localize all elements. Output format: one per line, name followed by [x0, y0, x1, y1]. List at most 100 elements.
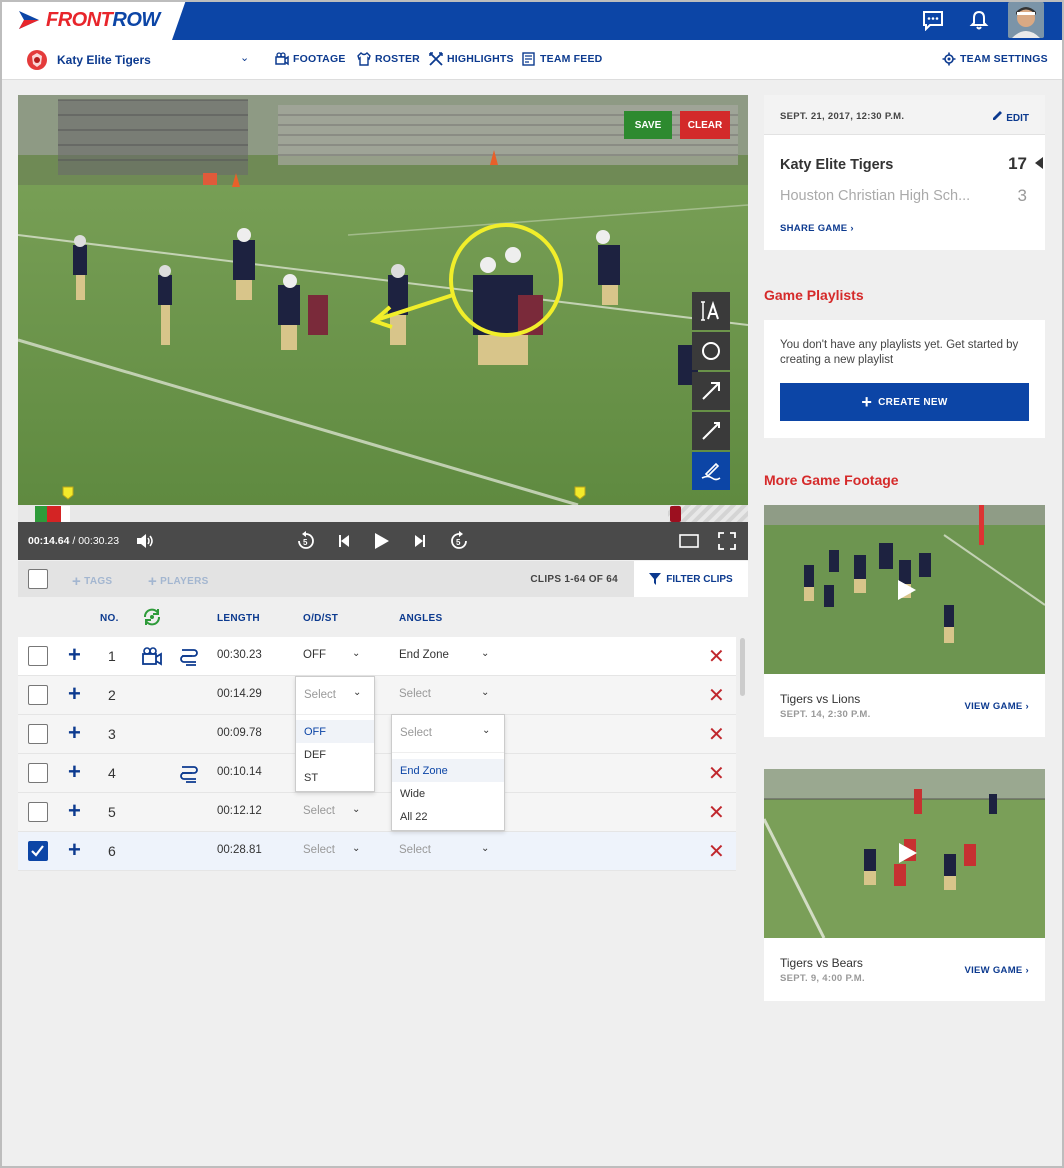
fullscreen-icon[interactable] — [717, 531, 737, 551]
freehand-tool-button[interactable] — [692, 452, 730, 490]
play-icon[interactable] — [895, 579, 917, 601]
nav-footage[interactable]: FOOTAGE — [275, 52, 346, 66]
add-icon[interactable]: + — [68, 761, 81, 783]
step-back-icon[interactable] — [335, 531, 355, 551]
column-header-no[interactable]: NO. — [100, 613, 119, 624]
row-checkbox[interactable] — [28, 724, 48, 744]
step-forward-icon[interactable] — [409, 531, 429, 551]
chevron-down-icon[interactable]: ⌄ — [352, 804, 360, 815]
delete-icon[interactable]: ✕ — [708, 683, 725, 708]
angle-select[interactable]: End Zone — [399, 649, 449, 661]
video-player[interactable]: SAVE CLEAR — [18, 95, 748, 505]
row-checkbox[interactable] — [28, 841, 48, 861]
footage-thumbnail[interactable] — [764, 769, 1045, 938]
chevron-down-icon[interactable]: ⌄ — [352, 843, 360, 854]
clip-length: 00:14.29 — [217, 688, 262, 700]
angle-dropdown-header[interactable]: Select ⌄ — [392, 715, 504, 753]
add-icon[interactable]: + — [68, 683, 81, 705]
chevron-down-icon[interactable]: ⌄ — [481, 843, 489, 854]
row-checkbox[interactable] — [28, 646, 48, 666]
arrow-tool-button[interactable] — [692, 372, 730, 410]
create-playlist-button[interactable]: + CREATE NEW — [780, 383, 1029, 421]
add-icon[interactable]: + — [68, 644, 81, 666]
text-tool-button[interactable] — [692, 292, 730, 330]
forward-5-icon[interactable]: 5 — [449, 531, 469, 551]
footage-card[interactable]: Tigers vs Lions SEPT. 14, 2:30 P.M. VIEW… — [764, 505, 1045, 737]
notes-icon[interactable] — [178, 646, 200, 666]
camera-angle-icon[interactable] — [141, 646, 163, 666]
row-checkbox[interactable] — [28, 685, 48, 705]
add-players-button[interactable]: + PLAYERS — [148, 573, 209, 590]
table-scrollbar[interactable] — [740, 638, 745, 696]
nav-team-settings[interactable]: TEAM SETTINGS — [942, 52, 1048, 66]
odst-option-off[interactable]: OFF — [296, 720, 374, 743]
add-tags-button[interactable]: + TAGS — [72, 573, 112, 590]
chevron-down-icon[interactable]: ⌄ — [352, 648, 360, 659]
table-row[interactable]: + 5 00:12.12 Select ⌄ ✕ — [18, 793, 736, 832]
sync-icon[interactable] — [142, 608, 162, 626]
team-nav: Katy Elite Tigers ⌄ FOOTAGE ROSTER HIGHL… — [0, 40, 1064, 80]
delete-icon[interactable]: ✕ — [708, 761, 725, 786]
add-icon[interactable]: + — [68, 722, 81, 744]
angle-option-wide[interactable]: Wide — [392, 782, 504, 805]
line-tool-button[interactable] — [692, 412, 730, 450]
footage-card[interactable]: Tigers vs Bears SEPT. 9, 4:00 P.M. VIEW … — [764, 769, 1045, 1001]
odst-dropdown-header[interactable]: Select ⌄ — [296, 677, 374, 715]
row-checkbox[interactable] — [28, 802, 48, 822]
play-icon[interactable] — [371, 531, 391, 551]
view-game-link[interactable]: VIEW GAME › — [964, 701, 1029, 712]
table-row[interactable]: + 1 00:30.23 OFF ⌄ End Zone ⌄ ✕ — [18, 637, 736, 676]
time-separator: / — [69, 535, 79, 547]
messages-icon[interactable] — [922, 9, 944, 31]
add-icon[interactable]: + — [68, 800, 81, 822]
nav-highlights[interactable]: HIGHLIGHTS — [429, 52, 514, 66]
table-row[interactable]: + 6 00:28.81 Select ⌄ Select ⌄ ✕ — [18, 832, 736, 871]
column-header-angles[interactable]: ANGLES — [399, 613, 442, 624]
add-icon[interactable]: + — [68, 839, 81, 861]
jersey-icon — [357, 52, 371, 66]
odst-option-st[interactable]: ST — [296, 766, 374, 789]
clear-button[interactable]: CLEAR — [680, 111, 730, 139]
table-row[interactable]: + 2 00:14.29 Select ⌄ Select ⌄ ✕ — [18, 676, 736, 715]
play-icon[interactable] — [896, 842, 918, 864]
edit-game-button[interactable]: EDIT — [992, 110, 1029, 124]
team-name[interactable]: Katy Elite Tigers — [57, 53, 151, 67]
notes-icon[interactable] — [178, 763, 200, 783]
angle-option-end-zone[interactable]: End Zone — [392, 759, 504, 782]
delete-icon[interactable]: ✕ — [708, 644, 725, 669]
avatar[interactable] — [1008, 2, 1044, 38]
column-header-odst[interactable]: O/D/ST — [303, 613, 338, 624]
filter-clips-button[interactable]: FILTER CLIPS — [634, 561, 748, 597]
logo[interactable]: FRONTROW — [0, 0, 186, 40]
video-timeline[interactable] — [18, 486, 748, 522]
save-button[interactable]: SAVE — [624, 111, 672, 139]
bookmark-marker-icon[interactable] — [62, 486, 74, 500]
view-game-link[interactable]: VIEW GAME › — [964, 965, 1029, 976]
odst-option-def[interactable]: DEF — [296, 743, 374, 766]
table-row[interactable]: + 3 00:09.78 Select ⌄ ✕ — [18, 715, 736, 754]
logo-arrow-icon — [19, 11, 39, 29]
angle-option-all-22[interactable]: All 22 — [392, 805, 504, 828]
theater-mode-icon[interactable] — [679, 531, 699, 551]
volume-icon[interactable] — [135, 531, 155, 551]
delete-icon[interactable]: ✕ — [708, 800, 725, 825]
column-header-length[interactable]: LENGTH — [217, 613, 260, 624]
circle-tool-button[interactable] — [692, 332, 730, 370]
select-all-checkbox[interactable] — [28, 569, 48, 589]
chevron-down-icon[interactable]: ⌄ — [481, 648, 489, 659]
angle-select[interactable]: Select — [399, 844, 431, 856]
delete-icon[interactable]: ✕ — [708, 839, 725, 864]
chevron-down-icon[interactable]: ⌄ — [481, 687, 489, 698]
row-checkbox[interactable] — [28, 763, 48, 783]
team-dropdown-chevron-icon[interactable]: ⌄ — [240, 51, 249, 64]
rewind-5-icon[interactable]: 5 — [296, 531, 316, 551]
nav-roster[interactable]: ROSTER — [357, 52, 420, 66]
footage-thumbnail[interactable] — [764, 505, 1045, 674]
bell-icon[interactable] — [968, 9, 990, 31]
bookmark-marker-icon[interactable] — [574, 486, 586, 500]
delete-icon[interactable]: ✕ — [708, 722, 725, 747]
angle-select[interactable]: Select — [399, 688, 431, 700]
share-game-link[interactable]: SHARE GAME › — [780, 223, 854, 234]
nav-team-feed[interactable]: TEAM FEED — [522, 52, 602, 66]
table-row[interactable]: + 4 00:10.14 ✕ — [18, 754, 736, 793]
